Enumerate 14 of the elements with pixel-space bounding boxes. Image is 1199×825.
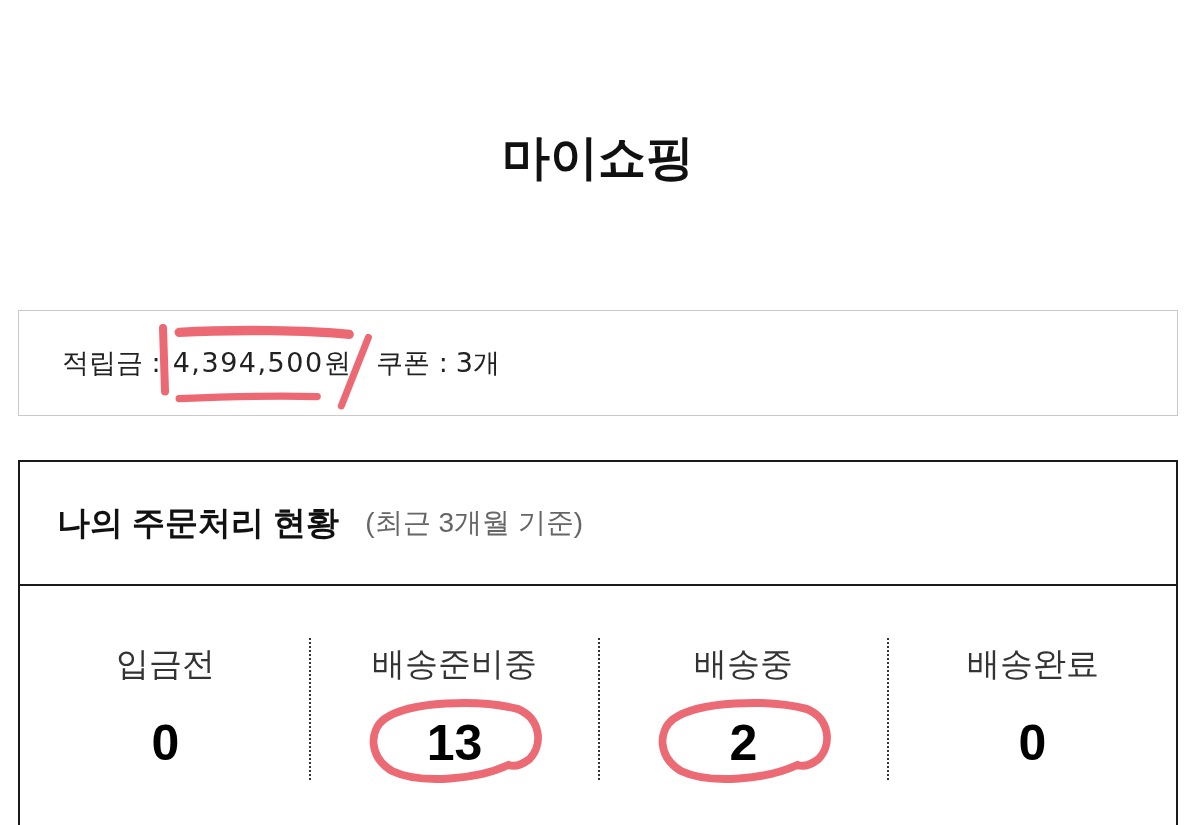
page-title: 마이쇼핑 (502, 130, 694, 186)
stage-label: 배송중 (694, 644, 793, 684)
stage-count[interactable]: 2 (729, 715, 758, 771)
stage-label: 입금전 (116, 644, 215, 684)
order-status-period: (최근 3개월 기준) (365, 506, 584, 540)
stage-count[interactable]: 0 (1018, 715, 1047, 771)
stage-label: 배송완료 (966, 644, 1099, 684)
coupon-count: 3개 (455, 346, 500, 380)
points-label: 적립금 : (62, 346, 161, 380)
coupon-label: 쿠폰 : (376, 346, 448, 380)
stage-label: 배송준비중 (372, 644, 537, 684)
stage-count[interactable]: 0 (151, 715, 180, 771)
order-status-title: 나의 주문처리 현황 (57, 502, 340, 543)
points-amount: 4,394,500원 (172, 347, 353, 378)
